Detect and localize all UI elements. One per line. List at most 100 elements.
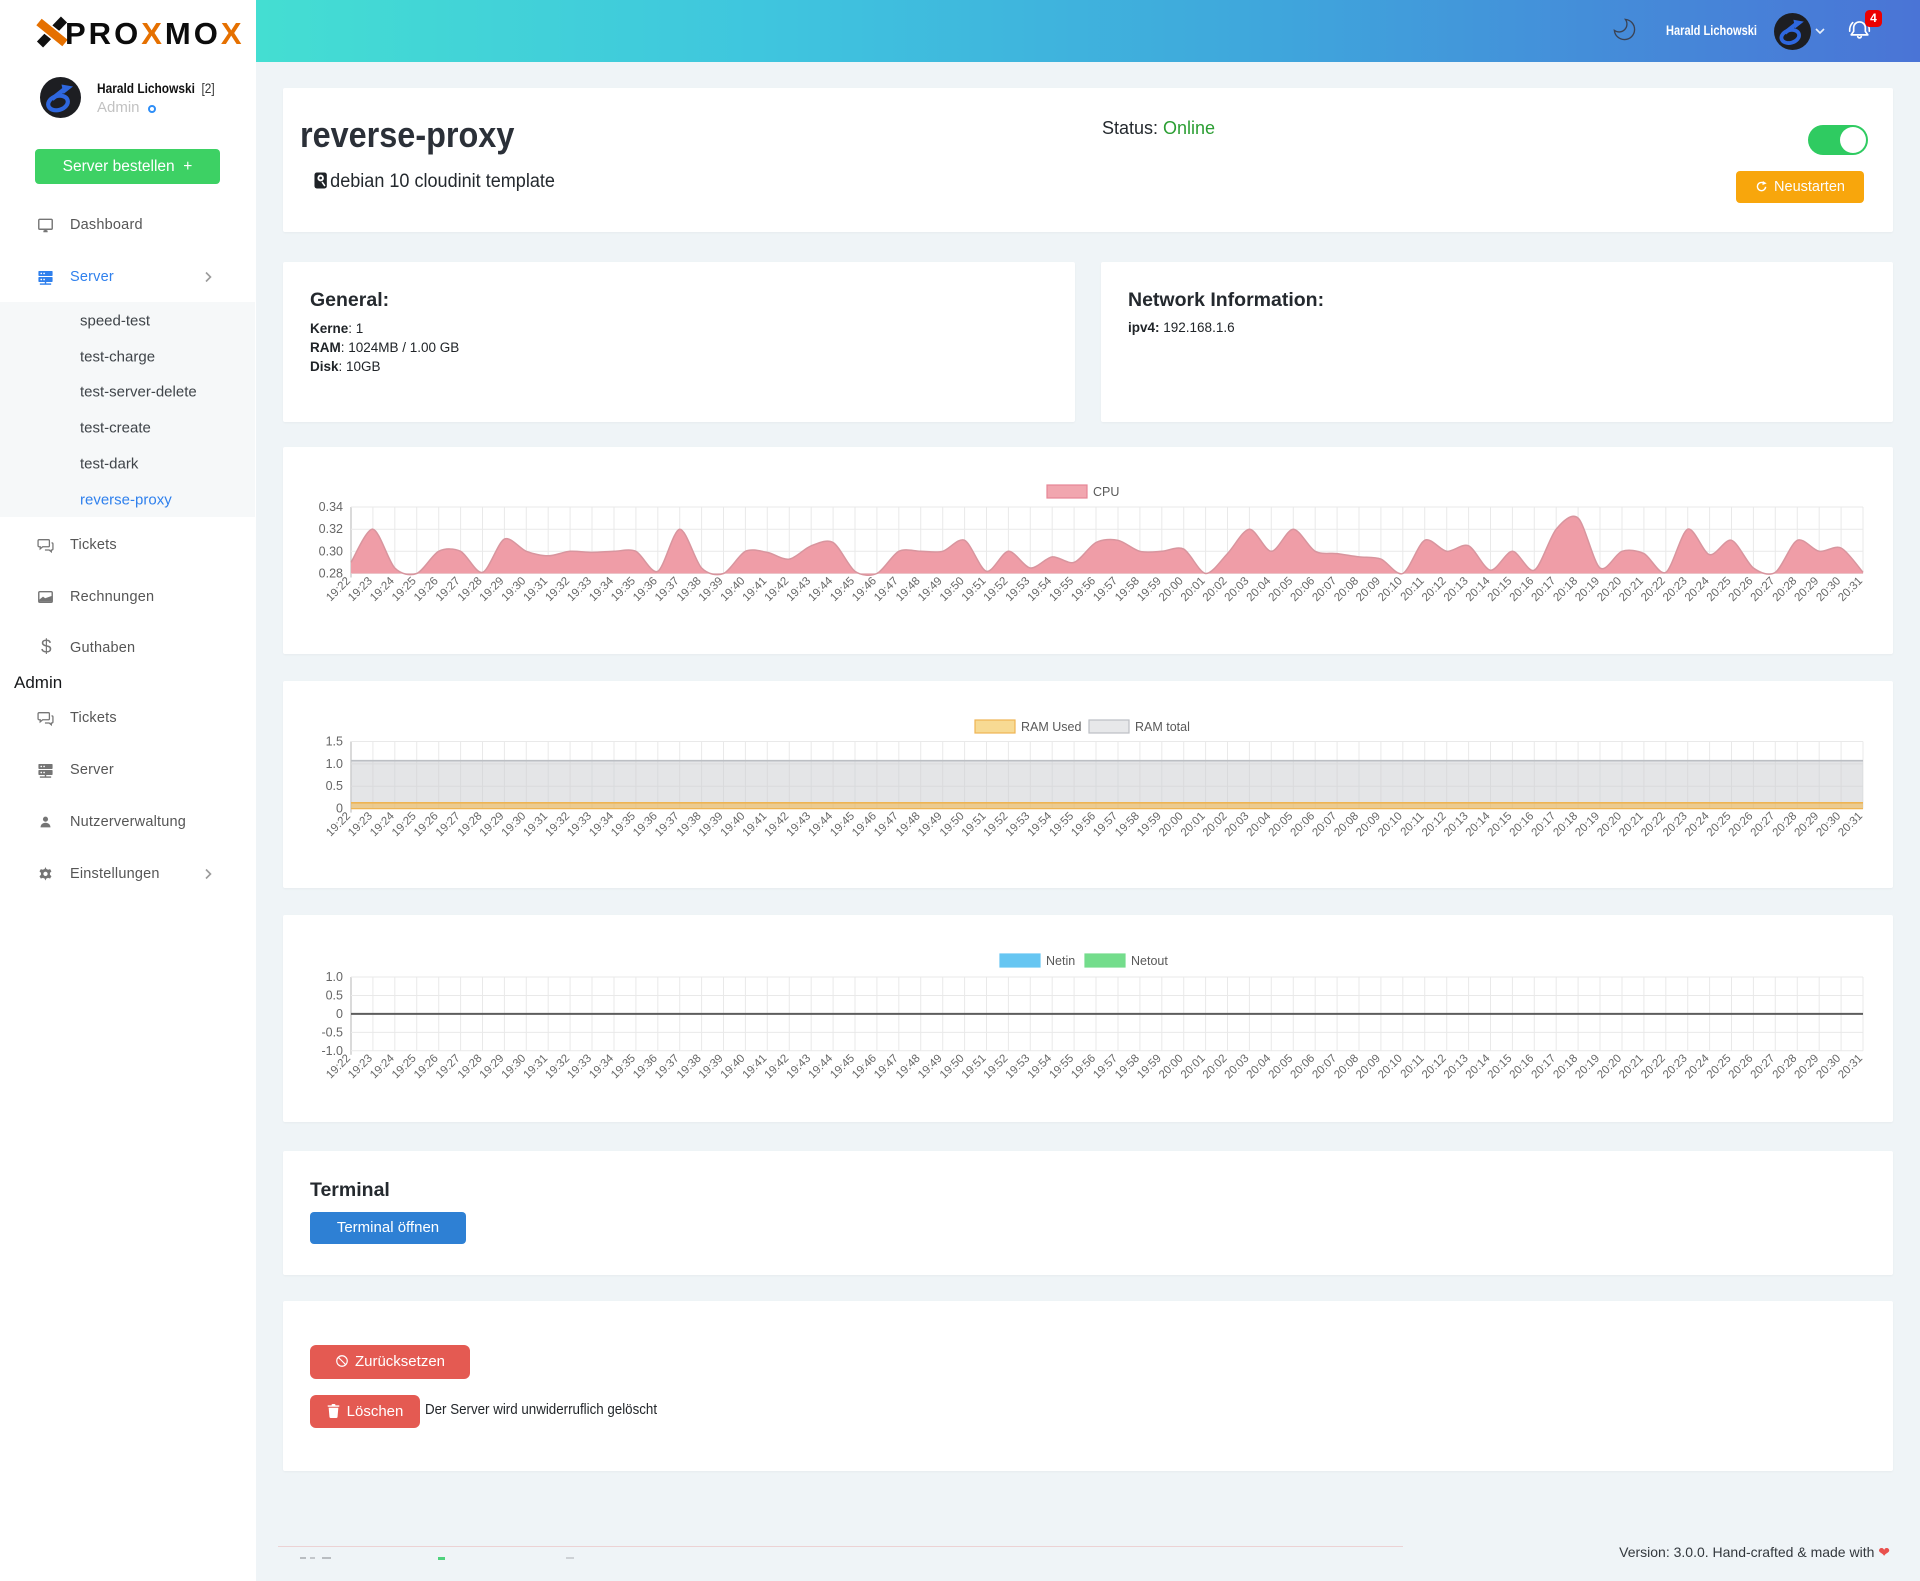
svg-text:19:26: 19:26 <box>412 575 441 604</box>
svg-text:19:41: 19:41 <box>741 1052 770 1081</box>
svg-text:19:31: 19:31 <box>521 575 550 604</box>
svg-text:20:16: 20:16 <box>1508 1052 1537 1081</box>
svg-text:CPU: CPU <box>1093 485 1119 499</box>
svg-text:19:42: 19:42 <box>763 575 792 604</box>
svg-text:19:36: 19:36 <box>631 810 660 839</box>
svg-text:20:03: 20:03 <box>1223 575 1252 604</box>
svg-text:20:12: 20:12 <box>1420 575 1449 604</box>
svg-text:20:18: 20:18 <box>1551 810 1580 839</box>
svg-text:20:18: 20:18 <box>1551 575 1580 604</box>
svg-text:20:09: 20:09 <box>1354 810 1383 839</box>
svg-text:20:19: 20:19 <box>1573 810 1602 839</box>
svg-text:19:55: 19:55 <box>1047 1052 1076 1081</box>
svg-text:20:07: 20:07 <box>1310 575 1339 604</box>
svg-text:19:23: 19:23 <box>346 575 375 604</box>
svg-text:1.0: 1.0 <box>326 970 343 984</box>
svg-text:19:52: 19:52 <box>982 810 1011 839</box>
svg-text:19:41: 19:41 <box>741 575 770 604</box>
svg-text:19:53: 19:53 <box>1004 810 1033 839</box>
svg-text:20:03: 20:03 <box>1223 810 1252 839</box>
svg-text:20:19: 20:19 <box>1573 575 1602 604</box>
svg-text:19:56: 19:56 <box>1069 810 1098 839</box>
svg-text:20:12: 20:12 <box>1420 810 1449 839</box>
svg-text:19:53: 19:53 <box>1004 1052 1033 1081</box>
svg-text:20:05: 20:05 <box>1267 810 1296 839</box>
svg-text:19:25: 19:25 <box>390 810 419 839</box>
svg-text:20:27: 20:27 <box>1749 810 1778 839</box>
svg-text:20:31: 20:31 <box>1836 810 1865 839</box>
svg-text:19:48: 19:48 <box>894 810 923 839</box>
svg-text:19:26: 19:26 <box>412 810 441 839</box>
svg-text:20:15: 20:15 <box>1486 810 1515 839</box>
svg-text:20:29: 20:29 <box>1792 810 1821 839</box>
svg-text:19:49: 19:49 <box>916 1052 945 1081</box>
svg-text:20:31: 20:31 <box>1836 1052 1865 1081</box>
svg-text:19:33: 19:33 <box>565 810 594 839</box>
svg-text:20:22: 20:22 <box>1639 575 1668 604</box>
svg-text:19:45: 19:45 <box>828 810 857 839</box>
svg-text:0.30: 0.30 <box>319 544 343 558</box>
svg-text:19:51: 19:51 <box>960 810 989 839</box>
svg-text:20:12: 20:12 <box>1420 1052 1449 1081</box>
svg-text:19:57: 19:57 <box>1091 575 1120 604</box>
svg-text:19:42: 19:42 <box>763 1052 792 1081</box>
svg-text:20:03: 20:03 <box>1223 1052 1252 1081</box>
svg-text:19:30: 19:30 <box>500 810 529 839</box>
svg-text:20:30: 20:30 <box>1814 810 1843 839</box>
svg-text:Netout: Netout <box>1131 954 1168 968</box>
svg-text:19:25: 19:25 <box>390 575 419 604</box>
svg-text:20:15: 20:15 <box>1486 1052 1515 1081</box>
svg-text:19:39: 19:39 <box>697 575 726 604</box>
svg-text:19:59: 19:59 <box>1135 575 1164 604</box>
svg-text:0: 0 <box>336 1007 343 1021</box>
svg-text:19:37: 19:37 <box>653 575 682 604</box>
svg-text:20:09: 20:09 <box>1354 1052 1383 1081</box>
svg-text:20:23: 20:23 <box>1661 810 1690 839</box>
svg-text:19:36: 19:36 <box>631 1052 660 1081</box>
svg-text:19:45: 19:45 <box>828 1052 857 1081</box>
svg-text:19:56: 19:56 <box>1069 575 1098 604</box>
svg-text:20:29: 20:29 <box>1792 1052 1821 1081</box>
svg-text:19:48: 19:48 <box>894 575 923 604</box>
svg-text:20:25: 20:25 <box>1705 1052 1734 1081</box>
svg-text:19:49: 19:49 <box>916 810 945 839</box>
svg-text:19:37: 19:37 <box>653 810 682 839</box>
svg-text:19:40: 19:40 <box>719 575 748 604</box>
svg-text:20:30: 20:30 <box>1814 575 1843 604</box>
svg-text:19:47: 19:47 <box>872 810 901 839</box>
svg-text:19:55: 19:55 <box>1047 810 1076 839</box>
svg-text:20:05: 20:05 <box>1267 575 1296 604</box>
svg-text:19:35: 19:35 <box>609 1052 638 1081</box>
svg-text:19:38: 19:38 <box>675 575 704 604</box>
svg-text:20:01: 20:01 <box>1179 575 1208 604</box>
svg-text:19:52: 19:52 <box>982 575 1011 604</box>
svg-text:19:57: 19:57 <box>1091 810 1120 839</box>
svg-text:19:59: 19:59 <box>1135 810 1164 839</box>
svg-text:19:46: 19:46 <box>850 575 879 604</box>
svg-text:19:56: 19:56 <box>1069 1052 1098 1081</box>
svg-text:19:50: 19:50 <box>938 1052 967 1081</box>
svg-text:20:25: 20:25 <box>1705 575 1734 604</box>
svg-text:19:46: 19:46 <box>850 810 879 839</box>
svg-text:20:00: 20:00 <box>1157 1052 1186 1081</box>
svg-text:20:31: 20:31 <box>1836 575 1865 604</box>
svg-text:20:01: 20:01 <box>1179 1052 1208 1081</box>
svg-text:20:28: 20:28 <box>1771 575 1800 604</box>
svg-text:19:43: 19:43 <box>784 1052 813 1081</box>
svg-text:0.34: 0.34 <box>319 500 343 514</box>
svg-text:19:35: 19:35 <box>609 575 638 604</box>
svg-text:19:32: 19:32 <box>543 575 572 604</box>
svg-text:0.32: 0.32 <box>319 522 343 536</box>
svg-text:20:20: 20:20 <box>1595 575 1624 604</box>
svg-text:19:33: 19:33 <box>565 1052 594 1081</box>
svg-text:20:02: 20:02 <box>1201 1052 1230 1081</box>
svg-text:20:22: 20:22 <box>1639 1052 1668 1081</box>
svg-text:19:33: 19:33 <box>565 575 594 604</box>
svg-text:19:58: 19:58 <box>1113 1052 1142 1081</box>
svg-text:19:57: 19:57 <box>1091 1052 1120 1081</box>
svg-text:19:29: 19:29 <box>478 810 507 839</box>
svg-text:20:21: 20:21 <box>1617 810 1646 839</box>
svg-text:0.5: 0.5 <box>326 989 343 1003</box>
svg-text:20:13: 20:13 <box>1442 1052 1471 1081</box>
svg-text:20:26: 20:26 <box>1727 1052 1756 1081</box>
